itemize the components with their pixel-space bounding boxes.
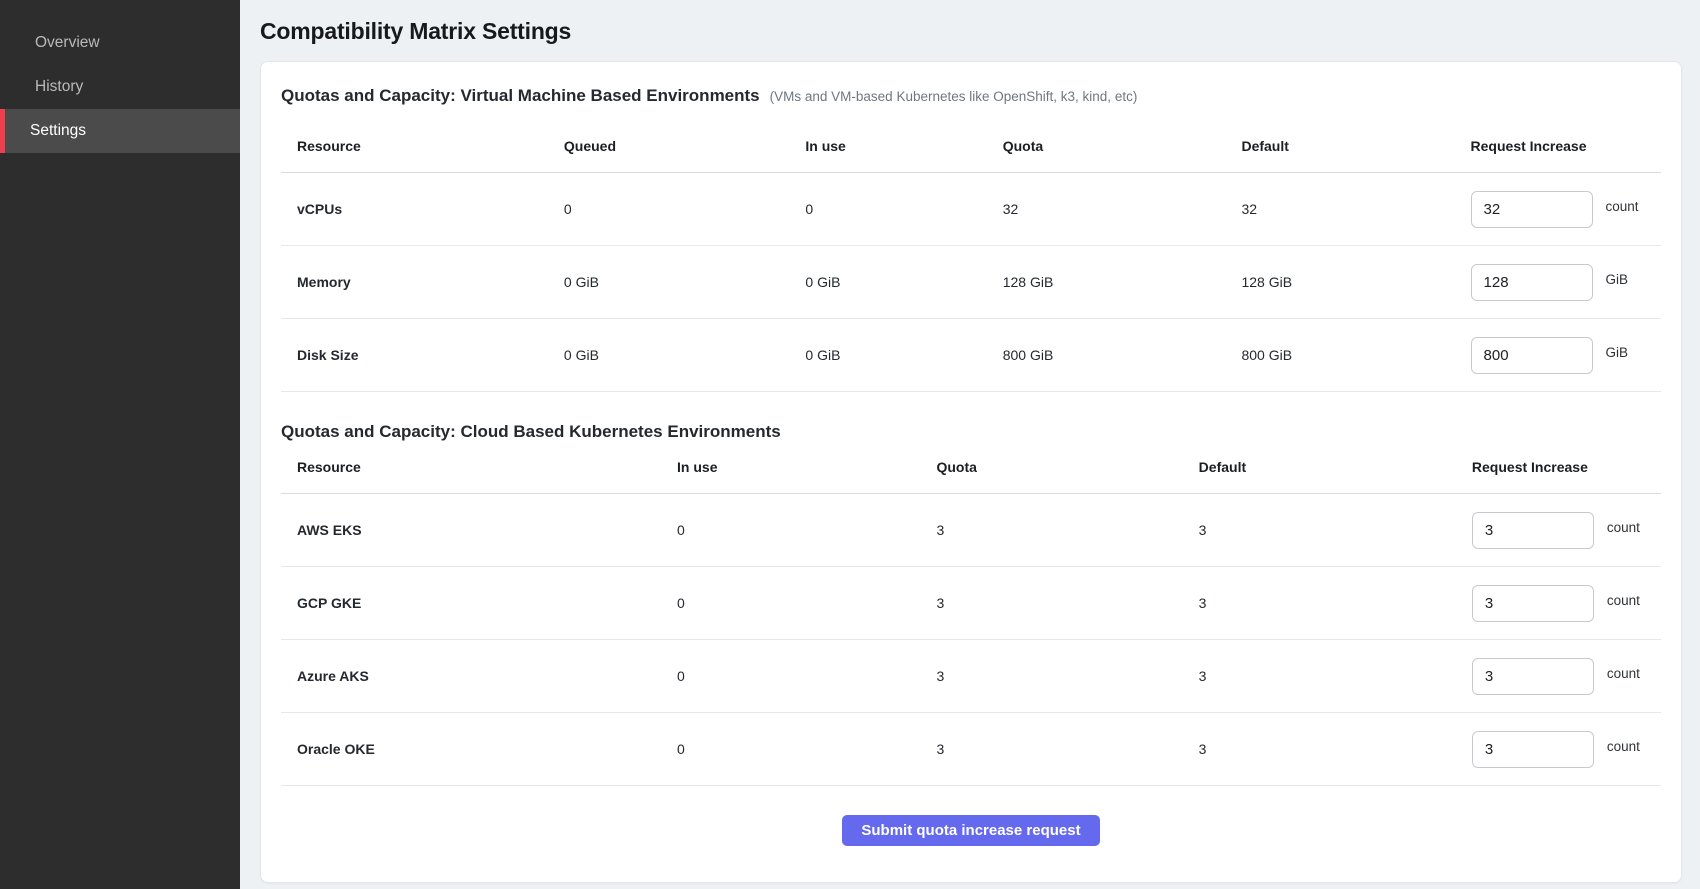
resource-name: Oracle OKE bbox=[281, 741, 677, 757]
default-value: 3 bbox=[1199, 668, 1472, 684]
column-header-request-increase: Request Increase bbox=[1471, 138, 1661, 154]
vm-section-subtitle: (VMs and VM-based Kubernetes like OpenSh… bbox=[770, 89, 1138, 104]
default-value: 32 bbox=[1241, 201, 1470, 217]
default-value: 3 bbox=[1199, 595, 1472, 611]
table-row-azure-aks: Azure AKS 0 3 3 count bbox=[281, 640, 1661, 713]
column-header-queued: Queued bbox=[564, 138, 806, 154]
unit-label: count bbox=[1606, 199, 1639, 214]
table-row-disk-size: Disk Size 0 GiB 0 GiB 800 GiB 800 GiB Gi… bbox=[281, 319, 1661, 392]
quota-value: 3 bbox=[936, 741, 1198, 757]
quota-value: 800 GiB bbox=[1003, 347, 1242, 363]
unit-label: count bbox=[1607, 593, 1640, 608]
default-value: 800 GiB bbox=[1241, 347, 1470, 363]
queued-value: 0 GiB bbox=[564, 274, 806, 290]
oracle-oke-request-input[interactable] bbox=[1472, 731, 1594, 768]
quota-value: 3 bbox=[936, 595, 1198, 611]
unit-label: count bbox=[1607, 520, 1640, 535]
resource-name: vCPUs bbox=[281, 201, 564, 217]
column-header-default: Default bbox=[1241, 138, 1470, 154]
column-header-quota: Quota bbox=[936, 459, 1198, 475]
k8s-quota-table: Resource In use Quota Default Request In… bbox=[281, 442, 1661, 786]
request-increase-cell: count bbox=[1472, 512, 1661, 549]
k8s-section-header: Quotas and Capacity: Cloud Based Kuberne… bbox=[281, 422, 1661, 442]
sidebar-item-label: History bbox=[35, 78, 83, 96]
in-use-value: 0 GiB bbox=[805, 347, 1002, 363]
column-header-request-increase: Request Increase bbox=[1472, 459, 1661, 475]
quota-value: 3 bbox=[936, 668, 1198, 684]
request-increase-cell: count bbox=[1471, 191, 1661, 228]
column-header-resource: Resource bbox=[281, 459, 677, 475]
resource-name: Azure AKS bbox=[281, 668, 677, 684]
queued-value: 0 GiB bbox=[564, 347, 806, 363]
table-row-aws-eks: AWS EKS 0 3 3 count bbox=[281, 494, 1661, 567]
aws-eks-request-input[interactable] bbox=[1472, 512, 1594, 549]
vcpus-request-input[interactable] bbox=[1471, 191, 1593, 228]
default-value: 128 GiB bbox=[1241, 274, 1470, 290]
vm-table-header: Resource Queued In use Quota Default Req… bbox=[281, 106, 1661, 173]
column-header-resource: Resource bbox=[281, 138, 564, 154]
unit-label: GiB bbox=[1606, 345, 1629, 360]
sidebar-item-label: Settings bbox=[30, 122, 86, 140]
vm-quota-table: Resource Queued In use Quota Default Req… bbox=[281, 106, 1661, 392]
unit-label: GiB bbox=[1606, 272, 1629, 287]
gcp-gke-request-input[interactable] bbox=[1472, 585, 1594, 622]
card-footer: Submit quota increase request bbox=[281, 786, 1661, 864]
table-row-oracle-oke: Oracle OKE 0 3 3 count bbox=[281, 713, 1661, 786]
quota-value: 3 bbox=[936, 522, 1198, 538]
request-increase-cell: count bbox=[1472, 731, 1661, 768]
vm-section-title: Quotas and Capacity: Virtual Machine Bas… bbox=[281, 86, 760, 106]
disk-size-request-input[interactable] bbox=[1471, 337, 1593, 374]
in-use-value: 0 bbox=[677, 595, 936, 611]
request-increase-cell: GiB bbox=[1471, 264, 1661, 301]
default-value: 3 bbox=[1199, 741, 1472, 757]
sidebar-item-settings[interactable]: Settings bbox=[0, 109, 240, 153]
sidebar-item-label: Overview bbox=[35, 34, 100, 52]
resource-name: Memory bbox=[281, 274, 564, 290]
table-row-memory: Memory 0 GiB 0 GiB 128 GiB 128 GiB GiB bbox=[281, 246, 1661, 319]
k8s-table-header: Resource In use Quota Default Request In… bbox=[281, 442, 1661, 494]
in-use-value: 0 bbox=[677, 522, 936, 538]
resource-name: AWS EKS bbox=[281, 522, 677, 538]
table-row-gcp-gke: GCP GKE 0 3 3 count bbox=[281, 567, 1661, 640]
azure-aks-request-input[interactable] bbox=[1472, 658, 1594, 695]
default-value: 3 bbox=[1199, 522, 1472, 538]
resource-name: Disk Size bbox=[281, 347, 564, 363]
settings-card: Quotas and Capacity: Virtual Machine Bas… bbox=[260, 61, 1682, 883]
column-header-in-use: In use bbox=[677, 459, 936, 475]
column-header-in-use: In use bbox=[805, 138, 1002, 154]
quota-value: 128 GiB bbox=[1003, 274, 1242, 290]
memory-request-input[interactable] bbox=[1471, 264, 1593, 301]
k8s-section-title: Quotas and Capacity: Cloud Based Kuberne… bbox=[281, 422, 781, 442]
table-row-vcpus: vCPUs 0 0 32 32 count bbox=[281, 173, 1661, 246]
page-title: Compatibility Matrix Settings bbox=[260, 18, 1682, 45]
in-use-value: 0 bbox=[805, 201, 1002, 217]
sidebar-item-history[interactable]: History bbox=[0, 65, 240, 109]
request-increase-cell: GiB bbox=[1471, 337, 1661, 374]
submit-quota-increase-button[interactable]: Submit quota increase request bbox=[842, 815, 1099, 846]
column-header-default: Default bbox=[1199, 459, 1472, 475]
queued-value: 0 bbox=[564, 201, 806, 217]
quota-value: 32 bbox=[1003, 201, 1242, 217]
in-use-value: 0 GiB bbox=[805, 274, 1002, 290]
unit-label: count bbox=[1607, 666, 1640, 681]
column-header-quota: Quota bbox=[1003, 138, 1242, 154]
resource-name: GCP GKE bbox=[281, 595, 677, 611]
sidebar-item-overview[interactable]: Overview bbox=[0, 21, 240, 65]
main-content: Compatibility Matrix Settings Quotas and… bbox=[240, 0, 1700, 889]
sidebar: Overview History Settings bbox=[0, 0, 240, 889]
unit-label: count bbox=[1607, 739, 1640, 754]
vm-section-header: Quotas and Capacity: Virtual Machine Bas… bbox=[281, 86, 1661, 106]
request-increase-cell: count bbox=[1472, 658, 1661, 695]
in-use-value: 0 bbox=[677, 668, 936, 684]
in-use-value: 0 bbox=[677, 741, 936, 757]
request-increase-cell: count bbox=[1472, 585, 1661, 622]
